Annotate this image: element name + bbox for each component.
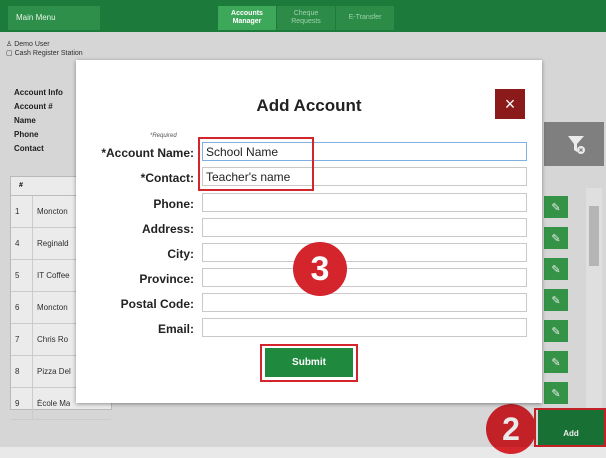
tab-cheque-requests[interactable]: Cheque Requests [277, 6, 335, 30]
tab-cheque-requests-line1: Cheque [293, 10, 319, 17]
contact-field-label: *Contact: [140, 171, 194, 185]
tab-accounts-manager-line1: Accounts [231, 10, 263, 17]
email-field-label: Email: [157, 322, 194, 336]
tab-accounts-manager[interactable]: Accounts Manager [218, 6, 276, 30]
province-field-label: Province: [139, 272, 194, 286]
dialog-title: Add Account [256, 96, 362, 115]
required-fields-highlight [198, 137, 314, 191]
city-field[interactable] [202, 243, 527, 262]
city-field-label: City: [167, 247, 194, 261]
tab-e-transfer-label: E-Transfer [348, 14, 382, 21]
top-nav-bar: Main Menu Accounts Manager Cheque Requests… [0, 0, 606, 32]
tab-accounts-manager-line2: Manager [232, 18, 262, 25]
tab-cheque-requests-line2: Requests [291, 18, 321, 25]
phone-field[interactable] [202, 193, 527, 212]
submit-button[interactable]: Submit [265, 348, 353, 377]
email-field[interactable] [202, 318, 527, 337]
main-menu-button[interactable]: Main Menu [8, 6, 100, 30]
step-3-callout: 3 [293, 242, 347, 296]
tab-e-transfer[interactable]: E-Transfer [336, 6, 394, 30]
postal-code-field-label: Postal Code: [120, 297, 194, 311]
postal-code-field[interactable] [202, 293, 527, 312]
address-field-label: Address: [141, 222, 194, 236]
account-name-label: *Account Name: [101, 146, 194, 160]
close-icon[interactable]: × [495, 89, 525, 119]
address-field[interactable] [202, 218, 527, 237]
required-note: *Required [150, 133, 177, 139]
province-field[interactable] [202, 268, 527, 287]
phone-field-label: Phone: [153, 197, 194, 211]
